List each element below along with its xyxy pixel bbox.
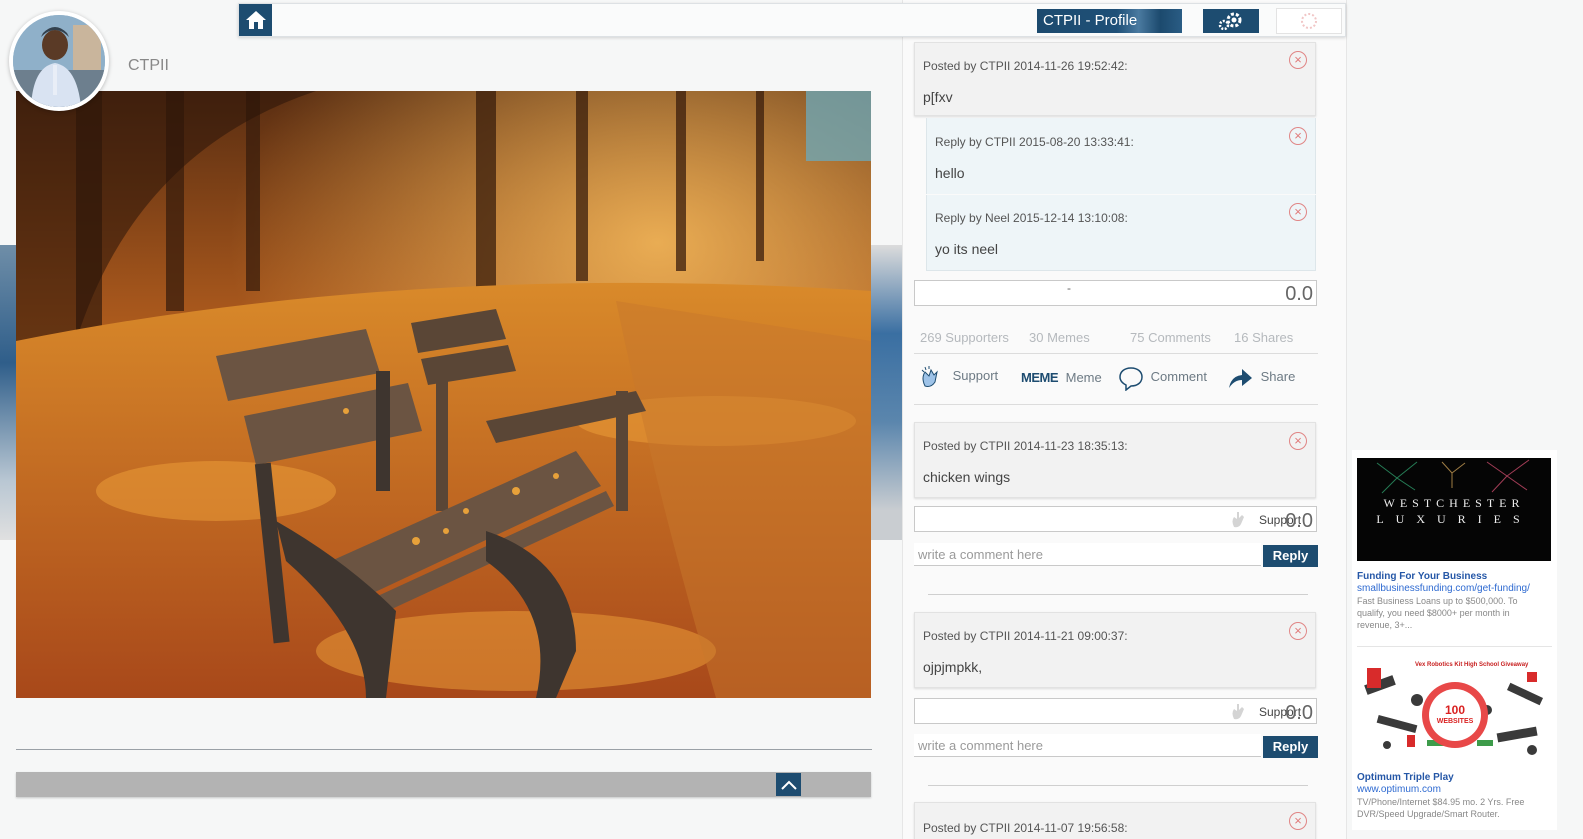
ad-image-text-line2: LUXURIES	[1376, 512, 1532, 526]
post-meta: Posted by CTPII 2014-11-23 18:35:13:	[923, 439, 1128, 453]
ad-image[interactable]: WESTCHESTER LUXURIES	[1357, 458, 1551, 561]
reply: Reply by Neel 2015-12-14 13:10:08: yo it…	[926, 195, 1316, 271]
ads-panel: WESTCHESTER LUXURIES Funding For Your Bu…	[1352, 450, 1557, 830]
delete-post-button[interactable]: ×	[1289, 622, 1307, 640]
comment-input[interactable]: write a comment here	[914, 543, 1261, 566]
comment-action[interactable]: Comment	[1118, 365, 1207, 392]
home-icon	[245, 11, 266, 29]
share-action-label: Share	[1260, 369, 1296, 385]
ad-image-badge-number: 100	[1444, 703, 1466, 717]
post: Posted by CTPII 2014-11-23 18:35:13: chi…	[914, 422, 1316, 498]
reply-button[interactable]: Reply	[1263, 736, 1318, 758]
delete-post-button[interactable]: ×	[1289, 432, 1307, 450]
post-body: ojpjmpkk,	[923, 659, 983, 675]
gear-icon	[1218, 12, 1242, 31]
support-box[interactable]: Support 0.0	[914, 506, 1317, 532]
ad-title[interactable]: Optimum Triple Play	[1357, 772, 1454, 783]
post-meta: Posted by CTPII 2014-11-07 19:56:58:	[923, 821, 1128, 835]
divider	[914, 353, 1318, 354]
comments-count[interactable]: 75 Comments	[1130, 330, 1211, 345]
post-body: p[fxv	[923, 89, 953, 105]
hand-icon	[1232, 704, 1244, 720]
comment-input[interactable]: write a comment here	[914, 734, 1261, 757]
ad-url[interactable]: www.optimum.com	[1357, 784, 1441, 795]
shares-count[interactable]: 16 Shares	[1234, 330, 1293, 345]
post-actions: Support MEME Meme Comment Share	[914, 362, 1318, 394]
memes-count[interactable]: 30 Memes	[1029, 330, 1090, 345]
ad-image-caption: Vex Robotics Kit High School Giveaway	[1415, 662, 1529, 668]
meme-action[interactable]: MEME Meme	[1021, 370, 1102, 385]
divider	[928, 594, 1308, 595]
clapping-hands-icon	[921, 366, 938, 387]
home-button[interactable]	[239, 4, 272, 36]
meme-action-label: Meme	[1065, 370, 1102, 385]
ad-description: Fast Business Loans up to $500,000. To q…	[1357, 596, 1518, 630]
share-action[interactable]: Share	[1227, 366, 1295, 390]
support-value: 0.0	[1285, 510, 1313, 532]
delete-post-button[interactable]: ×	[1289, 812, 1307, 830]
ad-image[interactable]: Vex Robotics Kit High School Giveaway 10…	[1357, 660, 1553, 760]
profile-username: CTPII	[128, 57, 169, 74]
reply-meta: Reply by Neel 2015-12-14 13:10:08:	[935, 211, 1128, 225]
ad-title[interactable]: Funding For Your Business	[1357, 571, 1487, 582]
delete-post-button[interactable]: ×	[1289, 51, 1307, 69]
comment-action-label: Comment	[1150, 369, 1207, 385]
support-value: 0.0	[1285, 702, 1313, 724]
divider	[1357, 646, 1552, 647]
post: Posted by CTPII 2014-11-21 09:00:37: ojp…	[914, 612, 1316, 688]
rating-value: 0.0	[1285, 283, 1313, 305]
meme-icon: MEME	[1021, 370, 1059, 385]
divider	[914, 404, 1318, 405]
top-bar: CTPII - Profile	[238, 3, 1346, 37]
ad-image-text-line1: WESTCHESTER	[1383, 496, 1525, 510]
supporters-count[interactable]: 269 Supporters	[920, 330, 1009, 345]
ad-url[interactable]: smallbusinessfunding.com/get-funding/	[1357, 583, 1530, 594]
post-meta: Posted by CTPII 2014-11-26 19:52:42:	[923, 59, 1128, 73]
ad-description: TV/Phone/Internet $84.95 mo. 2 Yrs. Free…	[1357, 797, 1525, 819]
ad-image-badge-text: WEBSITES	[1436, 718, 1474, 725]
post: Posted by CTPII 2014-11-26 19:52:42: p[f…	[914, 42, 1316, 116]
reply-button[interactable]: Reply	[1263, 545, 1318, 567]
delete-reply-button[interactable]: ×	[1289, 127, 1307, 145]
post-meta: Posted by CTPII 2014-11-21 09:00:37:	[923, 629, 1128, 643]
settings-button[interactable]	[1203, 9, 1259, 33]
support-box[interactable]: Support 0.0	[914, 698, 1317, 724]
support-action-label: Support	[952, 368, 999, 384]
reply-meta: Reply by CTPII 2015-08-20 13:33:41:	[935, 135, 1134, 149]
divider	[16, 749, 872, 750]
main-photo[interactable]	[16, 91, 871, 698]
post: Posted by CTPII 2014-11-07 19:56:58: ×	[914, 802, 1316, 839]
collapse-button[interactable]	[776, 773, 801, 796]
divider	[928, 785, 1308, 786]
post-body: chicken wings	[923, 469, 1011, 485]
notifications-button[interactable]	[1276, 8, 1342, 34]
reply-body: hello	[935, 165, 965, 181]
chevron-up-icon	[780, 780, 797, 790]
delete-reply-button[interactable]: ×	[1289, 203, 1307, 221]
reply-body: yo its neel	[935, 241, 999, 257]
profile-avatar[interactable]	[9, 11, 109, 111]
speech-bubble-icon	[1119, 367, 1143, 392]
rating-dash: -	[1067, 281, 1071, 295]
hand-icon	[1232, 512, 1244, 528]
profile-menu-button[interactable]: CTPII - Profile	[1037, 9, 1182, 33]
rating-box[interactable]: - 0.0	[914, 280, 1317, 306]
notification-icon	[1301, 13, 1317, 29]
share-arrow-icon	[1229, 369, 1252, 388]
collapse-bar	[16, 772, 871, 797]
reply: Reply by CTPII 2015-08-20 13:33:41: hell…	[926, 118, 1316, 194]
support-action[interactable]: Support	[919, 366, 998, 388]
